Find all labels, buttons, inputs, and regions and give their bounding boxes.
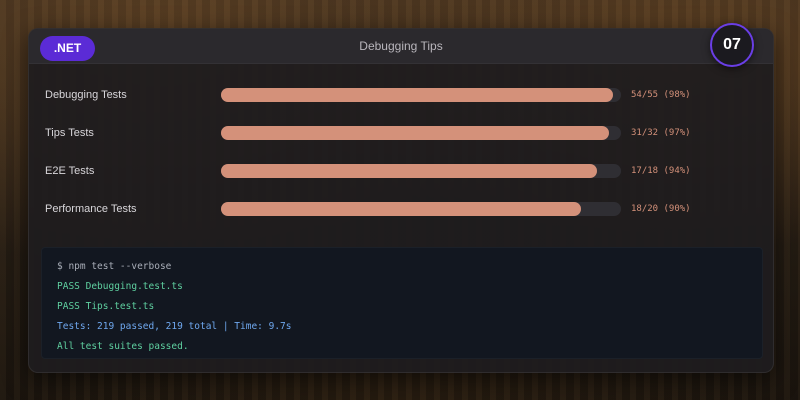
row-label: E2E Tests — [45, 165, 95, 177]
row-value: 31/32 (97%) — [631, 128, 691, 138]
progress-fill — [221, 164, 597, 178]
slide-number-badge: 07 — [710, 23, 754, 67]
progress-fill — [221, 202, 581, 216]
terminal-line: All test suites passed. — [57, 341, 189, 352]
terminal-line: PASS Tips.test.ts — [57, 301, 155, 312]
progress-track — [221, 126, 621, 140]
progress-track — [221, 202, 621, 216]
card-header: Debugging Tips .NET — [29, 29, 773, 64]
row-label: Performance Tests — [45, 203, 137, 215]
progress-fill — [221, 126, 609, 140]
test-row-tips: Tips Tests 31/32 (97%) — [45, 123, 757, 143]
row-value: 18/20 (90%) — [631, 204, 691, 214]
row-label: Debugging Tests — [45, 89, 127, 101]
test-row-e2e: E2E Tests 17/18 (94%) — [45, 161, 757, 181]
terminal-line: Tests: 219 passed, 219 total | Time: 9.7… — [57, 321, 292, 332]
progress-track — [221, 88, 621, 102]
terminal-line: $ npm test --verbose — [57, 261, 172, 272]
terminal-line: PASS Debugging.test.ts — [57, 281, 183, 292]
row-value: 17/18 (94%) — [631, 166, 691, 176]
progress-fill — [221, 88, 613, 102]
dotnet-badge: .NET — [40, 36, 95, 61]
card-title: Debugging Tips — [359, 39, 443, 53]
test-row-debugging: Debugging Tests 54/55 (98%) — [45, 85, 757, 105]
row-value: 54/55 (98%) — [631, 90, 691, 100]
row-label: Tips Tests — [45, 127, 94, 139]
test-results-card: Debugging Tips .NET Debugging Tests 54/5… — [28, 28, 774, 373]
terminal-output: $ npm test --verbose PASS Debugging.test… — [41, 247, 763, 359]
progress-track — [221, 164, 621, 178]
test-row-performance: Performance Tests 18/20 (90%) — [45, 199, 757, 219]
